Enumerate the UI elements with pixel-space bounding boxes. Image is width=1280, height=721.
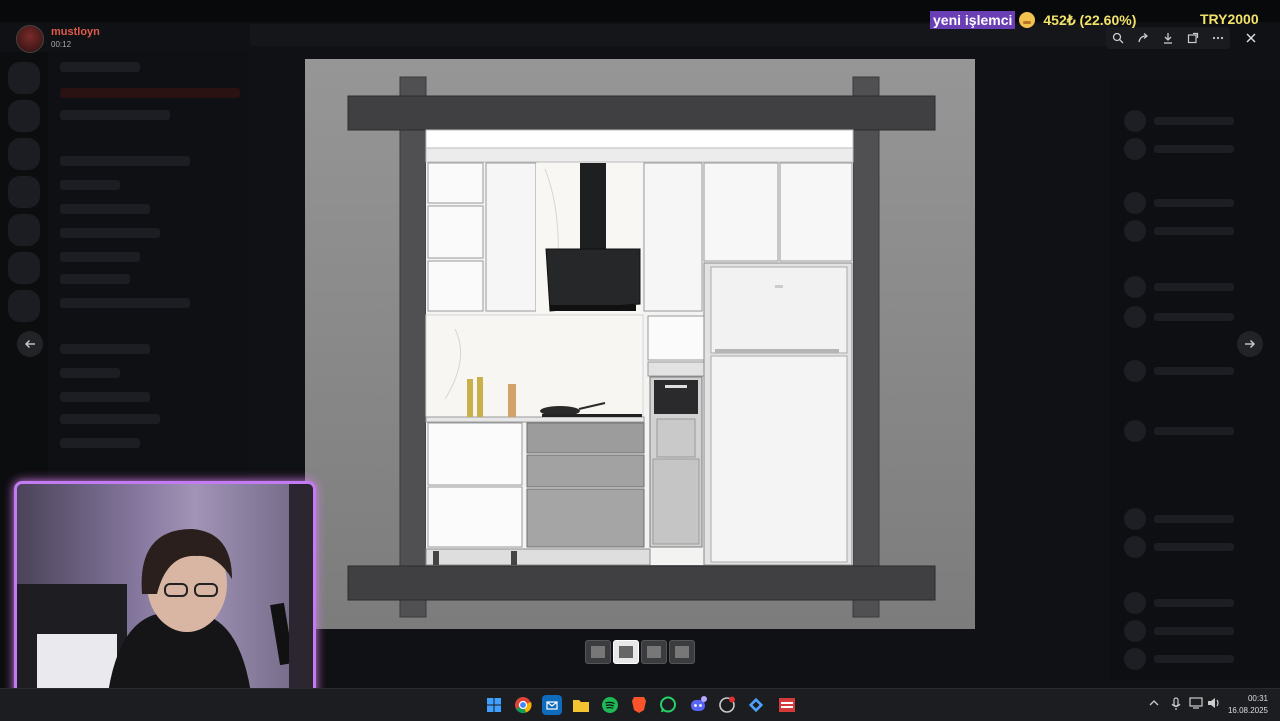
- windows-icon: [487, 698, 501, 712]
- taskbar-file-explorer[interactable]: [571, 695, 591, 715]
- taskbar: 00:31 16.08.2025: [0, 688, 1280, 721]
- arrow-right-icon: [1245, 340, 1255, 348]
- overlay-code: TRY2000: [1200, 11, 1259, 27]
- user-name[interactable]: mustloyn: [51, 26, 100, 38]
- close-icon: [1246, 33, 1256, 43]
- microphone-icon[interactable]: [1170, 697, 1182, 714]
- volume-icon[interactable]: [1207, 697, 1221, 712]
- forward-icon[interactable]: [1135, 30, 1151, 46]
- thumbnail-3[interactable]: [641, 640, 667, 664]
- kitchen-render-image[interactable]: [305, 59, 975, 629]
- smile-icon: [1019, 12, 1036, 28]
- chrome-icon: [515, 697, 532, 714]
- mail-icon: [546, 701, 558, 710]
- thumbnail-1[interactable]: [585, 640, 611, 664]
- zoom-icon[interactable]: [1110, 30, 1126, 46]
- open-external-icon[interactable]: [1185, 30, 1201, 46]
- close-viewer-button[interactable]: [1240, 27, 1262, 49]
- webcam-overlay: [14, 481, 316, 703]
- spotify-icon: [602, 697, 618, 713]
- network-icon[interactable]: [1189, 697, 1203, 712]
- more-icon[interactable]: [1210, 30, 1226, 46]
- overlay-label: yeni işlemci: [930, 11, 1016, 29]
- background-member-list: [1110, 80, 1280, 680]
- arrow-left-icon: [25, 340, 35, 348]
- brave-icon: [632, 697, 646, 713]
- taskbar-brave[interactable]: [629, 695, 649, 715]
- discord-icon: [691, 696, 707, 711]
- taskbar-discord[interactable]: [688, 695, 708, 715]
- download-icon[interactable]: [1160, 30, 1176, 46]
- chevron-up-icon[interactable]: [1148, 697, 1160, 712]
- clock-date: 16.08.2025: [1227, 706, 1268, 715]
- folder-icon: [573, 700, 589, 712]
- app-icon: [748, 697, 764, 713]
- taskbar-app-2[interactable]: [746, 695, 766, 715]
- taskbar-app-1[interactable]: [717, 695, 737, 715]
- taskbar-chrome[interactable]: [513, 695, 533, 715]
- avatar[interactable]: [16, 25, 44, 53]
- taskbar-whatsapp[interactable]: [658, 695, 678, 715]
- clock-time: 00:31: [1247, 694, 1268, 703]
- taskbar-app-3[interactable]: [776, 695, 798, 715]
- app-icon: [719, 696, 735, 713]
- next-image-button[interactable]: [1237, 331, 1263, 357]
- timestamp: 00:12: [51, 40, 72, 49]
- system-clock[interactable]: 00:31 16.08.2025: [1228, 693, 1268, 717]
- kitchen-drawing: [305, 59, 975, 629]
- webcam-image: [17, 484, 313, 700]
- thumbnail-4[interactable]: [669, 640, 695, 664]
- overlay-value: 452₺ (22.60%): [1043, 11, 1137, 28]
- whatsapp-icon: [660, 696, 676, 713]
- taskbar-outlook[interactable]: [542, 695, 562, 715]
- taskbar-spotify[interactable]: [600, 695, 620, 715]
- thumbnail-2[interactable]: [613, 640, 639, 664]
- app-icon: [779, 698, 795, 712]
- previous-image-button[interactable]: [17, 331, 43, 357]
- start-button[interactable]: [484, 695, 504, 715]
- image-toolbar: [1106, 27, 1230, 49]
- stream-overlay: yeni işlemci 452₺ (22.60%): [930, 10, 1136, 30]
